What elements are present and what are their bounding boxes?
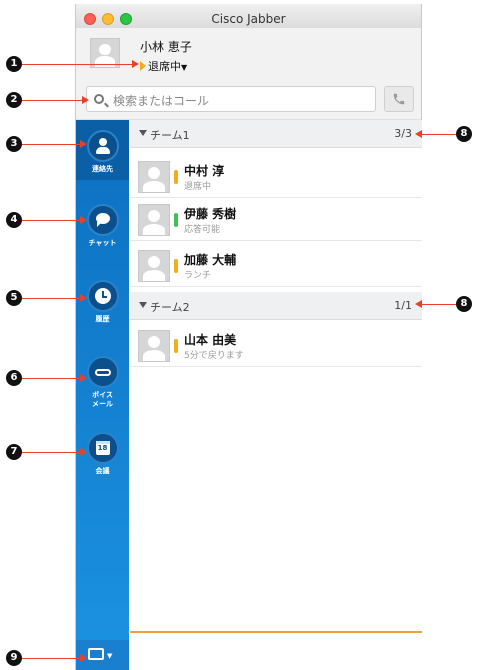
contact-avatar: [138, 250, 170, 282]
contact-status: ランチ: [184, 271, 212, 281]
callout-2: 2: [6, 92, 22, 108]
my-name: 小林 恵子: [140, 40, 192, 54]
user-header: 小林 恵子 退席中▼: [76, 28, 421, 76]
available-presence-icon: [174, 213, 178, 227]
chevron-down-icon: ▼: [107, 652, 113, 660]
callout-arrow: [80, 374, 87, 382]
contact-status: 退席中: [184, 182, 212, 192]
callout-line: [22, 144, 80, 145]
group-count: 3/3: [394, 127, 412, 140]
voicemail-icon: [86, 356, 119, 388]
contact-name: 加藤 大輔: [184, 253, 237, 267]
group-header-team2[interactable]: チーム2 1/1: [130, 292, 422, 320]
nav-chat-label: チャット: [88, 239, 117, 247]
away-presence-icon: [174, 259, 178, 273]
chat-icon: [86, 204, 119, 236]
contact-row[interactable]: 加藤 大輔 ランチ: [130, 245, 422, 287]
callout-line: [22, 452, 80, 453]
callout-arrow: [82, 96, 89, 104]
screen-share-icon: [88, 648, 104, 660]
callout-arrow: [80, 654, 87, 662]
search-placeholder: 検索またはコール: [113, 94, 210, 108]
window-title: Cisco Jabber: [211, 12, 286, 26]
phone-icon: [393, 93, 405, 105]
group-count: 1/1: [394, 299, 412, 312]
callout-8b: 8: [456, 296, 472, 312]
callout-arrow: [132, 60, 139, 68]
callout-arrow: [80, 140, 87, 148]
contact-status: 応答可能: [184, 225, 221, 235]
chevron-down-icon: ▼: [181, 63, 188, 72]
nav-meetings-label: 会議: [95, 467, 110, 475]
callout-arrow: [415, 130, 422, 138]
contact-avatar: [138, 161, 170, 193]
callout-line: [22, 64, 132, 65]
callout-arrow: [80, 294, 87, 302]
group-name: チーム1: [150, 129, 190, 142]
nav-voicemail-label: ボイス メール: [92, 391, 113, 408]
calendar-day: 18: [97, 444, 108, 452]
callout-line: [22, 378, 80, 379]
callout-arrow: [415, 300, 422, 308]
divider-line: [130, 631, 422, 633]
my-status-label: 退席中: [148, 60, 181, 73]
jabber-window: Cisco Jabber 小林 恵子 退席中▼ 検索またはコール 連絡先 チャッ…: [75, 4, 422, 670]
nav-history[interactable]: 履歴: [76, 280, 129, 324]
contact-status: 5分で戻ります: [184, 351, 244, 361]
nav-contacts[interactable]: 連絡先: [76, 120, 129, 180]
contacts-icon: [86, 130, 119, 162]
callout-6: 6: [6, 370, 22, 386]
callout-line: [22, 298, 80, 299]
nav-contacts-label: 連絡先: [92, 165, 113, 173]
contact-avatar: [138, 330, 170, 362]
callout-5: 5: [6, 290, 22, 306]
callout-arrow: [80, 448, 87, 456]
search-icon: [94, 94, 104, 104]
collapse-triangle-icon: [139, 302, 147, 308]
contact-row[interactable]: 伊藤 秀樹 応答可能: [130, 199, 422, 241]
away-presence-icon: [140, 61, 146, 71]
call-button[interactable]: [384, 86, 414, 112]
search-input[interactable]: 検索またはコール: [86, 86, 376, 112]
nav-chat[interactable]: チャット: [76, 204, 129, 248]
callout-line: [22, 220, 80, 221]
my-status-menu[interactable]: 退席中▼: [140, 58, 187, 74]
callout-9: 9: [6, 650, 22, 666]
callout-8: 8: [456, 126, 472, 142]
callout-4: 4: [6, 212, 22, 228]
group-name: チーム2: [150, 301, 190, 314]
contact-name: 伊藤 秀樹: [184, 207, 237, 221]
contact-name: 中村 淳: [184, 164, 225, 178]
callout-3: 3: [6, 136, 22, 152]
away-presence-icon: [174, 339, 178, 353]
contact-row[interactable]: 山本 由美 5分で戻ります: [130, 325, 422, 367]
group-header-team1[interactable]: チーム1 3/3: [130, 120, 422, 148]
nav-voicemail[interactable]: ボイス メール: [76, 356, 129, 409]
away-presence-icon: [174, 170, 178, 184]
callout-arrow: [80, 216, 87, 224]
callout-line: [22, 100, 82, 101]
navigation-sidebar: 連絡先 チャット 履歴 ボイス メール 18 会議 ▼: [76, 120, 129, 670]
clock-icon: [86, 280, 119, 312]
contact-name: 山本 由美: [184, 333, 237, 347]
callout-line: [422, 134, 456, 135]
callout-line: [22, 658, 80, 659]
contact-row[interactable]: 中村 淳 退席中: [130, 156, 422, 198]
collapse-triangle-icon: [139, 130, 147, 136]
nav-history-label: 履歴: [95, 315, 110, 323]
callout-7: 7: [6, 444, 22, 460]
title-bar: Cisco Jabber: [76, 4, 421, 28]
search-bar: 検索またはコール: [76, 76, 421, 120]
calendar-icon: 18: [86, 432, 119, 464]
contact-avatar: [138, 204, 170, 236]
callout-1: 1: [6, 56, 22, 72]
callout-line: [422, 304, 456, 305]
contact-list: チーム1 3/3 中村 淳 退席中 伊藤 秀樹 応答可能 加藤 大輔 ランチ チ…: [130, 120, 422, 670]
